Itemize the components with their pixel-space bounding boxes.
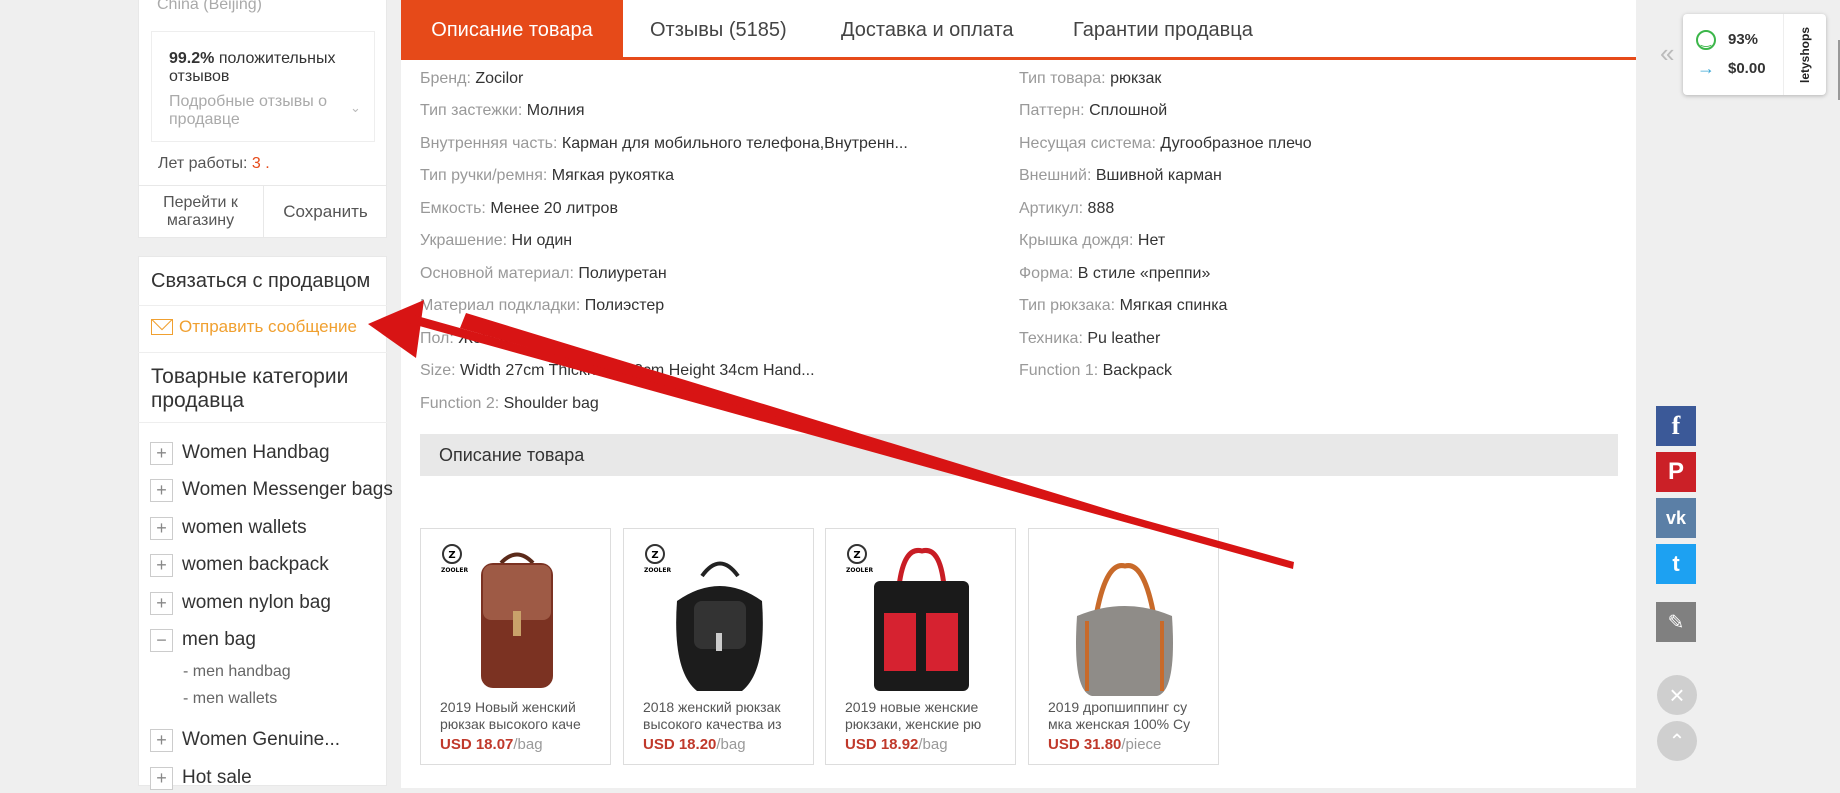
pinterest-glyph: P [1667,458,1684,485]
letyshops-logo-text: letyshops [1798,26,1813,83]
vk-glyph: vk [1665,507,1687,528]
edit-pencil-icon[interactable]: ✎ [1656,602,1696,642]
red-annotation-arrow [368,300,1294,569]
letyshops-logo: letyshops [1783,14,1826,95]
close-icon[interactable]: × [1657,675,1697,715]
letyshops-widget[interactable]: ‿ 93% → $0.00 letyshops [1683,14,1826,95]
smiley-icon: ‿ [1696,30,1716,50]
twitter-share-icon[interactable]: t [1656,544,1696,584]
collapse-double-chevron-icon[interactable]: « [1660,38,1674,69]
arrow-right-icon: → [1697,58,1715,78]
pinterest-share-icon[interactable]: P [1656,452,1696,492]
scroll-top-chevron-up-icon[interactable]: ⌃ [1657,721,1697,761]
facebook-share-icon[interactable]: f [1656,406,1696,446]
facebook-glyph: f [1671,411,1681,440]
twitter-glyph: t [1672,551,1680,576]
letyshops-cashback-pct: 93% [1728,31,1759,48]
vk-share-icon[interactable]: vk [1656,498,1696,538]
letyshops-balance: $0.00 [1728,60,1766,77]
